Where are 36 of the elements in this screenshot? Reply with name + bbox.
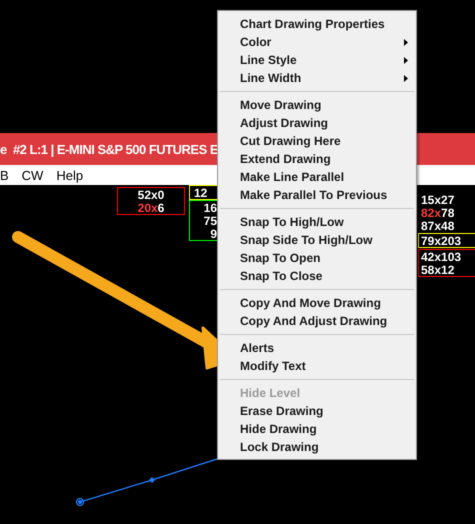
menu-item[interactable]: Extend Drawing <box>218 150 416 168</box>
menu-item[interactable]: Line Width <box>218 69 416 87</box>
quote-text: 79x203 <box>421 234 462 247</box>
menu-item[interactable]: Snap To Open <box>218 249 416 267</box>
menu-item[interactable]: Make Line Parallel <box>218 168 416 186</box>
menu-item[interactable]: Help <box>56 168 84 182</box>
menu-item[interactable]: Cut Drawing Here <box>218 132 416 150</box>
quote-text: 20x6 <box>136 201 166 214</box>
quote-text: 75 <box>202 214 217 227</box>
menu-item[interactable]: Color <box>218 33 416 51</box>
menu-item[interactable]: Lock Drawing <box>218 438 416 456</box>
menu-item[interactable]: Adjust Drawing <box>218 114 416 132</box>
menu-item[interactable]: B <box>0 168 9 182</box>
menu-item[interactable]: Copy And Adjust Drawing <box>218 312 416 330</box>
menu-item[interactable]: Chart Drawing Properties <box>218 15 416 33</box>
quote-text: 82x78 <box>421 206 456 219</box>
quote-text: 42x103 <box>421 250 462 263</box>
menu-item[interactable]: Modify Text <box>218 357 416 375</box>
quote-text: 16 <box>202 201 217 214</box>
menu-item[interactable]: Snap To Close <box>218 267 416 285</box>
menu-item[interactable]: CW <box>22 168 44 182</box>
quote-text: 58x12 <box>421 263 456 276</box>
menu-item[interactable]: Snap To High/Low <box>218 213 416 231</box>
quote-text: 52x0 <box>136 188 166 201</box>
menu-item[interactable]: Hide Drawing <box>218 420 416 438</box>
quote-text: 12 <box>194 186 208 199</box>
menu-item[interactable]: Alerts <box>218 339 416 357</box>
quote-text: 87x48 <box>421 219 456 232</box>
menu-item[interactable]: Make Parallel To Previous <box>218 186 416 204</box>
menu-item[interactable]: Move Drawing <box>218 96 416 114</box>
menu-item[interactable]: Copy And Move Drawing <box>218 294 416 312</box>
quote-text: 9 <box>209 227 217 240</box>
menu-item[interactable]: Erase Drawing <box>218 402 416 420</box>
menu-item[interactable]: Line Style <box>218 51 416 69</box>
quote-text: 15x27 <box>421 193 456 206</box>
menu-item[interactable]: Snap Side To High/Low <box>218 231 416 249</box>
